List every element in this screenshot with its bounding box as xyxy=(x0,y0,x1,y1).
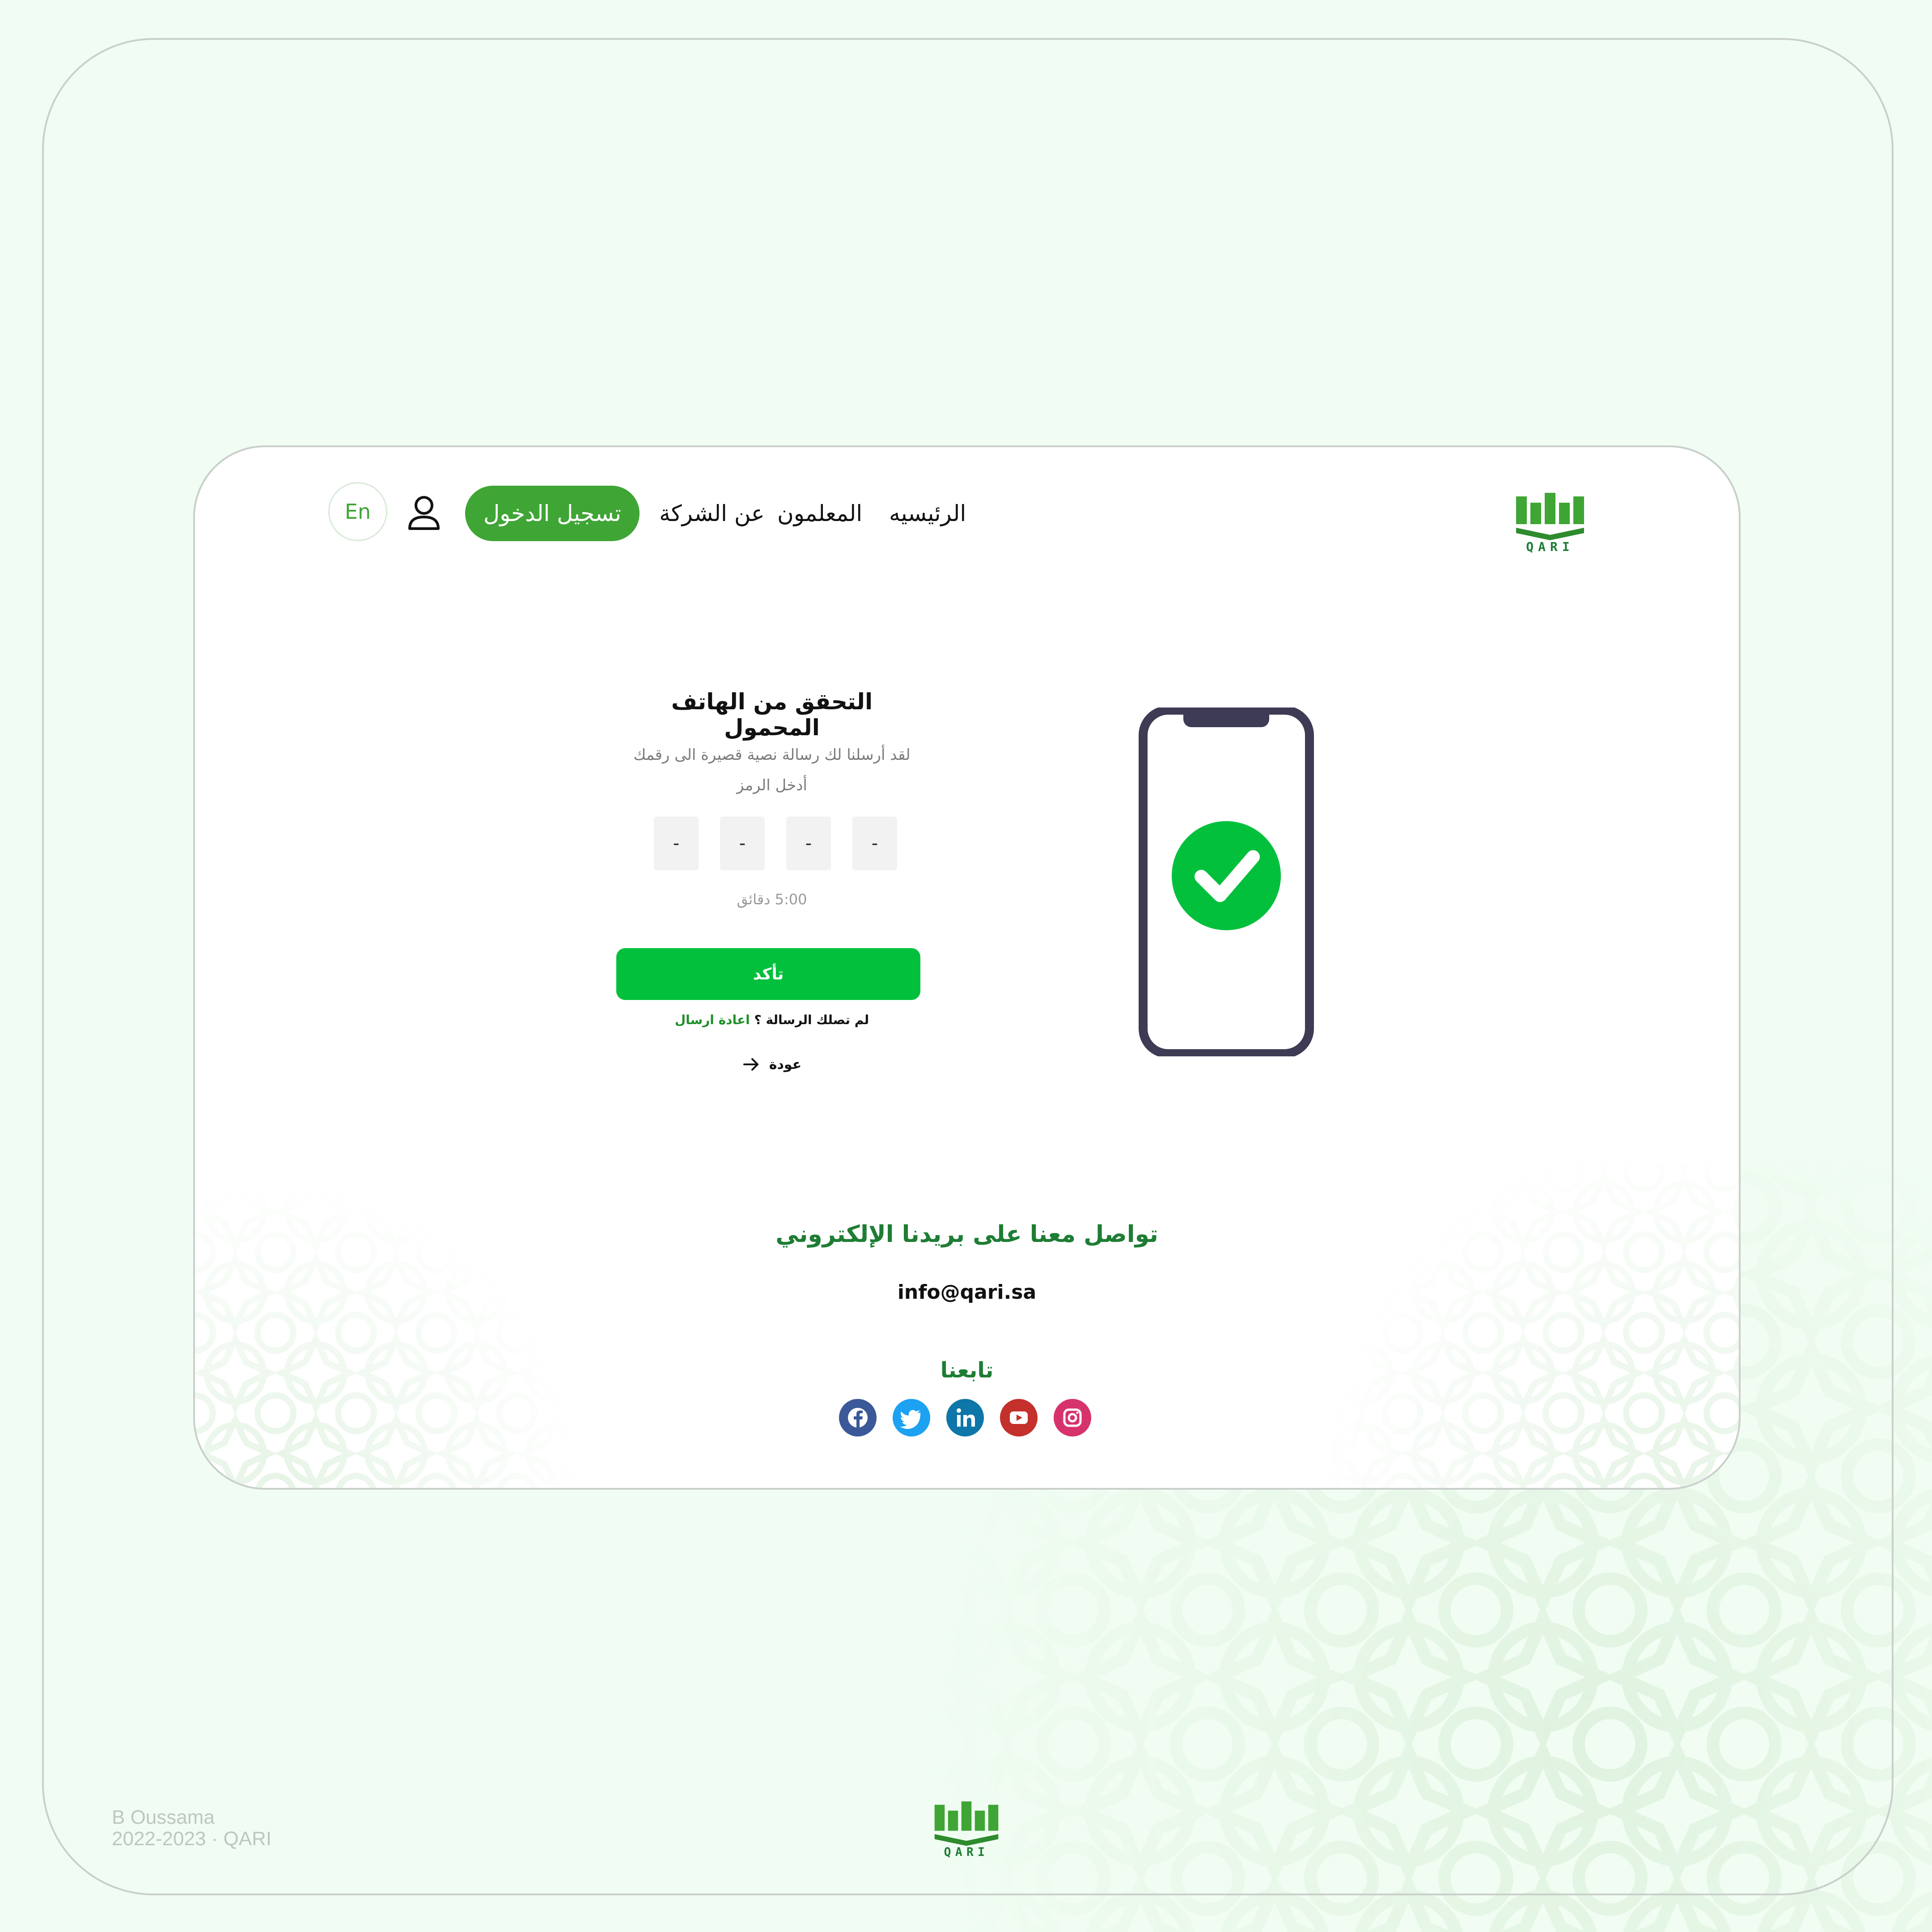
otp-input-group: - - - - xyxy=(620,817,924,870)
resend-link[interactable]: اعادة ارسال xyxy=(675,1013,750,1027)
nav-teachers[interactable]: المعلمون xyxy=(777,496,862,531)
instagram-icon[interactable] xyxy=(1054,1399,1091,1436)
facebook-icon[interactable] xyxy=(839,1399,877,1436)
social-links xyxy=(839,1399,1091,1439)
follow-title: تابعنا xyxy=(940,1358,994,1383)
qari-footer-logo: QARI xyxy=(934,1801,999,1859)
linkedin-icon[interactable] xyxy=(946,1399,984,1436)
credit-author: B Oussama xyxy=(112,1806,215,1828)
resend-question: لم تصلك الرسالة ؟ xyxy=(754,1013,869,1027)
logo-wordmark: QARI xyxy=(1526,539,1574,553)
otp-digit-2[interactable]: - xyxy=(720,817,765,870)
code-label: أدخل الرمز xyxy=(737,776,807,794)
qari-logo[interactable]: QARI xyxy=(1514,490,1586,553)
login-button[interactable]: تسجيل الدخول xyxy=(465,486,640,541)
card-pattern xyxy=(195,1163,1739,1488)
twitter-icon[interactable] xyxy=(893,1399,930,1436)
browser-card: QARI الرئيسيه المعلمون عن الشركة تسجيل ا… xyxy=(193,445,1741,1490)
user-icon[interactable] xyxy=(406,494,442,531)
otp-digit-4[interactable]: - xyxy=(852,817,897,870)
phone-check-icon xyxy=(1139,708,1314,1056)
back-label: عودة xyxy=(769,1056,802,1072)
credit-meta: 2022-2023 · QARI xyxy=(112,1828,272,1850)
nav-about[interactable]: عن الشركة xyxy=(659,496,765,531)
verification-subtitle: لقد أرسلنا لك رسالة نصية قصيرة الى رقمك xyxy=(633,746,911,764)
page-title: التحقق من الهاتف المحمول xyxy=(671,689,873,741)
top-navigation: QARI الرئيسيه المعلمون عن الشركة تسجيل ا… xyxy=(195,447,1739,581)
otp-digit-1[interactable]: - xyxy=(654,817,699,870)
language-toggle[interactable]: En xyxy=(328,482,387,541)
footer-logo-wordmark: QARI xyxy=(944,1846,989,1859)
back-button[interactable]: عودة xyxy=(620,1051,924,1078)
countdown-timer: 5:00 دقائق xyxy=(737,891,807,908)
otp-digit-3[interactable]: - xyxy=(786,817,831,870)
contact-email[interactable]: info@qari.sa xyxy=(195,1281,1739,1304)
arrow-right-icon xyxy=(743,1058,758,1071)
contact-title: تواصل معنا على بريدنا الإلكتروني xyxy=(775,1221,1158,1248)
verification-form: التحقق من الهاتف المحمول لقد أرسلنا لك ر… xyxy=(616,689,924,1091)
nav-home[interactable]: الرئيسيه xyxy=(889,496,966,531)
resend-row: لم تصلك الرسالة ؟ اعادة ارسال xyxy=(620,1013,924,1027)
youtube-icon[interactable] xyxy=(1000,1399,1038,1436)
designer-credit: B Oussama 2022-2023 · QARI xyxy=(112,1807,271,1850)
confirm-button[interactable]: تأكد xyxy=(616,948,920,1000)
